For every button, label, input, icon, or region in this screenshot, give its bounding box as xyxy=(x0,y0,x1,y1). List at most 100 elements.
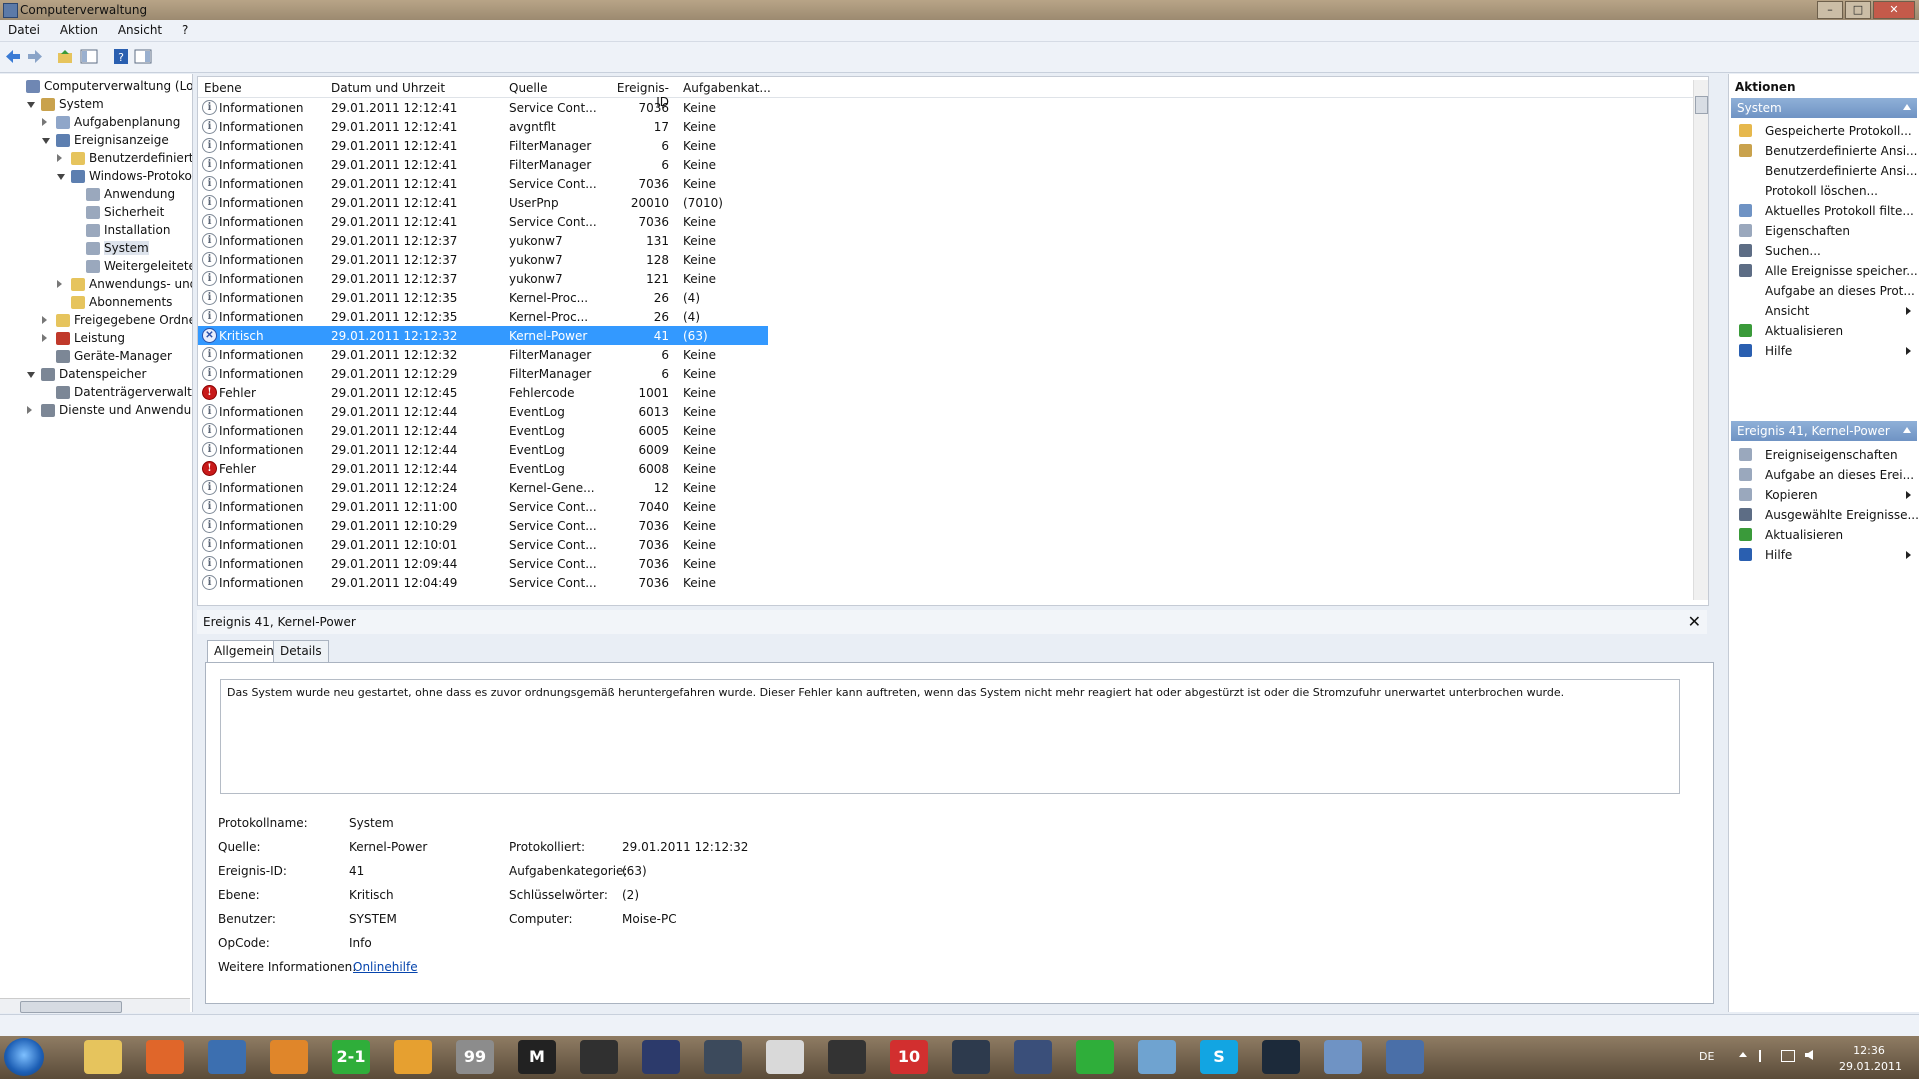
shield-game-icon[interactable] xyxy=(642,1040,680,1074)
table-row[interactable]: i Informationen 29.01.2011 12:12:32 FilterM… xyxy=(198,345,768,364)
action-item[interactable]: Alle Ereignisse speicher... xyxy=(1731,260,1918,282)
tree-node[interactable]: Geräte-Manager xyxy=(0,348,190,366)
tab-allgemein[interactable]: Allgemein xyxy=(207,640,281,663)
tree-node[interactable]: Freigegebene Ordner xyxy=(0,312,192,330)
notepad-99-icon[interactable]: 99 xyxy=(456,1040,494,1074)
flag-icon[interactable] xyxy=(1759,1050,1771,1062)
column-datum[interactable]: Datum und Uhrzeit xyxy=(331,81,445,95)
table-row[interactable]: i Informationen 29.01.2011 12:12:41 FilterM… xyxy=(198,155,768,174)
table-row[interactable]: i Informationen 29.01.2011 12:09:44 Service… xyxy=(198,554,768,573)
explorer-icon[interactable] xyxy=(84,1040,122,1074)
column-quelle[interactable]: Quelle xyxy=(509,81,547,95)
media-player-icon[interactable] xyxy=(270,1040,308,1074)
tree-node[interactable]: Dienste und Anwendungen xyxy=(0,402,192,420)
action-item[interactable]: Gespeicherte Protokoll... xyxy=(1731,120,1917,142)
collapse-arrow-icon[interactable] xyxy=(27,102,35,108)
firefox-icon[interactable] xyxy=(146,1040,184,1074)
tree-node[interactable]: Abonnements xyxy=(0,294,190,312)
column-ebene[interactable]: Ebene xyxy=(204,81,242,95)
back-arrow-icon[interactable] xyxy=(4,48,22,65)
computer-management-icon[interactable] xyxy=(1386,1040,1424,1074)
action-item[interactable]: Ausgewählte Ereignisse... xyxy=(1731,504,1919,526)
action-item[interactable]: Protokoll löschen... xyxy=(1731,180,1917,202)
table-row[interactable]: i Informationen 29.01.2011 12:10:01 Service… xyxy=(198,535,768,554)
expand-arrow-icon[interactable] xyxy=(27,406,32,414)
action-item[interactable]: Aktuelles Protokoll filte... xyxy=(1731,200,1917,222)
table-row[interactable]: i Informationen 29.01.2011 12:12:41 Service… xyxy=(198,212,768,231)
table-row[interactable]: i Informationen 29.01.2011 12:12:41 Service… xyxy=(198,98,768,117)
volume-icon[interactable] xyxy=(1805,1050,1813,1060)
skype-icon[interactable]: S xyxy=(1200,1040,1238,1074)
tree-node[interactable]: Computerverwaltung (Lokal) xyxy=(0,78,192,96)
table-row[interactable]: i Informationen 29.01.2011 12:11:00 Service… xyxy=(198,497,768,516)
tree-node[interactable]: System xyxy=(0,96,190,114)
onlinehilfe-link[interactable]: Onlinehilfe xyxy=(353,960,418,974)
info-app-icon[interactable] xyxy=(394,1040,432,1074)
show-hidden-icons-icon[interactable] xyxy=(1739,1052,1747,1057)
clock-time[interactable]: 12:36 xyxy=(1839,1044,1899,1057)
fan-icon[interactable] xyxy=(1262,1040,1300,1074)
action-item[interactable]: Ereigniseigenschaften xyxy=(1731,444,1917,466)
table-row[interactable]: i Informationen 29.01.2011 12:12:37 yukonw7… xyxy=(198,250,768,269)
action-item[interactable]: Hilfe xyxy=(1731,340,1917,362)
action-item[interactable]: Ansicht xyxy=(1731,300,1917,322)
starcraft-icon[interactable] xyxy=(704,1040,742,1074)
tree-node[interactable]: Anwendung xyxy=(0,186,190,204)
menu-help[interactable]: ? xyxy=(174,20,196,37)
minimize-button[interactable]: – xyxy=(1817,1,1843,19)
close-icon[interactable]: ✕ xyxy=(1688,612,1701,631)
up-folder-icon[interactable] xyxy=(56,48,74,65)
ten-icon[interactable]: 10 xyxy=(890,1040,928,1074)
collapse-arrow-icon[interactable] xyxy=(42,138,50,144)
maximize-button[interactable]: □ xyxy=(1845,1,1871,19)
tree-node[interactable]: Weitergeleitete E xyxy=(0,258,192,276)
network-icon[interactable] xyxy=(1781,1050,1795,1062)
pencil-icon[interactable] xyxy=(766,1040,804,1074)
event-list-vertical-scrollbar[interactable] xyxy=(1693,80,1708,600)
table-row[interactable]: i Informationen 29.01.2011 12:12:37 yukonw7… xyxy=(198,269,768,288)
table-row[interactable]: i Informationen 29.01.2011 12:12:41 Service… xyxy=(198,174,768,193)
forward-arrow-icon[interactable] xyxy=(26,48,44,65)
table-row[interactable]: i Informationen 29.01.2011 12:04:49 Service… xyxy=(198,573,768,592)
table-row[interactable]: i Informationen 29.01.2011 12:12:44 EventLo… xyxy=(198,421,768,440)
scroll-thumb[interactable] xyxy=(1695,96,1708,114)
expand-arrow-icon[interactable] xyxy=(42,118,47,126)
close-window-button[interactable]: ✕ xyxy=(1873,1,1915,19)
menu-ansicht[interactable]: Ansicht xyxy=(110,20,170,37)
tree-node[interactable]: Installation xyxy=(0,222,190,240)
expand-arrow-icon[interactable] xyxy=(57,154,62,162)
helmet-icon[interactable] xyxy=(828,1040,866,1074)
action-item[interactable]: Eigenschaften xyxy=(1731,220,1917,242)
expand-arrow-icon[interactable] xyxy=(42,334,47,342)
game-2-1-icon[interactable]: 2-1 xyxy=(332,1040,370,1074)
tab-details[interactable]: Details xyxy=(273,640,329,662)
show-hide-action-pane-icon[interactable] xyxy=(134,48,152,65)
tree-node[interactable]: Ereignisanzeige xyxy=(0,132,190,150)
start-button[interactable] xyxy=(4,1038,44,1076)
clock-date[interactable]: 29.01.2011 xyxy=(1839,1060,1902,1073)
tree-horizontal-scrollbar[interactable] xyxy=(0,998,190,1013)
action-item[interactable]: Aufgabe an dieses Erei... xyxy=(1731,464,1917,486)
starcraft2-icon[interactable] xyxy=(952,1040,990,1074)
thunderbird-icon[interactable] xyxy=(208,1040,246,1074)
table-row[interactable]: ! Fehler 29.01.2011 12:12:44 EventLog 6008 Ke… xyxy=(198,459,768,478)
table-row[interactable]: i Informationen 29.01.2011 12:12:35 Kernel-… xyxy=(198,307,768,326)
collapse-arrow-icon[interactable] xyxy=(1903,104,1911,110)
help-icon[interactable]: ? xyxy=(112,48,130,65)
expand-arrow-icon[interactable] xyxy=(42,316,47,324)
table-row[interactable]: ! Fehler 29.01.2011 12:12:45 Fehlercode 1001… xyxy=(198,383,768,402)
darth-vader-icon[interactable] xyxy=(580,1040,618,1074)
table-row[interactable]: i Informationen 29.01.2011 12:12:37 yukonw7… xyxy=(198,231,768,250)
table-row[interactable]: i Informationen 29.01.2011 12:12:44 EventLo… xyxy=(198,440,768,459)
action-item[interactable]: Benutzerdefinierte Ansi... xyxy=(1731,140,1918,162)
action-item[interactable]: Aktualisieren xyxy=(1731,320,1917,342)
action-item[interactable]: Hilfe xyxy=(1731,544,1917,566)
table-row[interactable]: i Informationen 29.01.2011 12:12:24 Kernel-… xyxy=(198,478,768,497)
menu-datei[interactable]: Datei xyxy=(0,20,48,37)
show-hide-console-tree-icon[interactable] xyxy=(80,48,98,65)
tree-node[interactable]: Anwendungs- und D xyxy=(0,276,192,294)
table-row[interactable]: i Informationen 29.01.2011 12:12:35 Kernel-… xyxy=(198,288,768,307)
moon-icon[interactable] xyxy=(1014,1040,1052,1074)
action-item[interactable]: Aktualisieren xyxy=(1731,524,1917,546)
action-item[interactable]: Aufgabe an dieses Prot... xyxy=(1731,280,1917,302)
